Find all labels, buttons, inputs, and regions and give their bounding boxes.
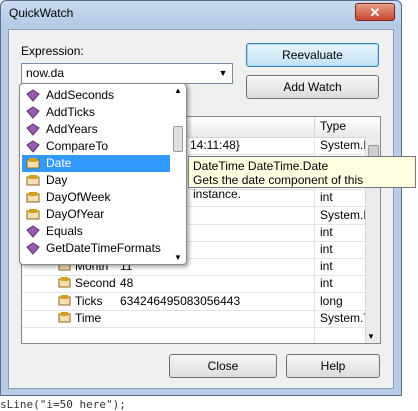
chevron-down-icon[interactable]: ▼ [216, 66, 230, 81]
close-button[interactable]: Close [169, 354, 277, 378]
autocomplete-item[interactable]: GetDateTimeFormats [22, 240, 170, 257]
grid-cell-value: 48 [120, 276, 134, 291]
grid-cell-type: int [320, 224, 333, 239]
expression-label: Expression: [21, 44, 84, 58]
autocomplete-item[interactable]: CompareTo [22, 138, 170, 155]
window-title: QuickWatch [9, 6, 74, 20]
method-icon [26, 225, 40, 238]
title-bar[interactable]: QuickWatch ✕ [1, 1, 401, 27]
reevaluate-button[interactable]: Reevaluate [246, 43, 379, 67]
grid-cell-type: int [320, 242, 333, 256]
autocomplete-item[interactable]: AddSeconds [22, 87, 170, 104]
grid-cell-type: int [320, 276, 333, 291]
add-watch-button[interactable]: Add Watch [246, 75, 379, 99]
autocomplete-item-label: DayOfYear [46, 207, 105, 221]
autocomplete-item[interactable]: Date [22, 155, 170, 172]
grid-cell-name: Ticks [75, 293, 103, 308]
autocomplete-scrollbar-thumb[interactable] [173, 126, 183, 152]
autocomplete-list[interactable]: AddSeconds AddTicks AddYears CompareTo Date D… [19, 83, 187, 265]
autocomplete-item-label: GetDateTimeFormats [46, 241, 161, 255]
autocomplete-item[interactable]: DayOfYear [22, 206, 170, 223]
scroll-down-icon[interactable]: ▼ [174, 253, 182, 262]
method-icon [26, 89, 40, 102]
autocomplete-item[interactable]: Equals [22, 223, 170, 240]
property-icon [26, 157, 40, 170]
grid-cell-value: 634246495083056443 [120, 293, 241, 308]
autocomplete-item-label: AddSeconds [46, 88, 115, 102]
autocomplete-item-label: AddTicks [46, 105, 95, 119]
grid-cell-type: int [320, 259, 333, 274]
scroll-up-icon[interactable]: ▲ [174, 86, 182, 95]
close-icon[interactable]: ✕ [355, 3, 395, 21]
autocomplete-item-label: AddYears [46, 122, 98, 136]
autocomplete-item[interactable]: AddYears [22, 121, 170, 138]
autocomplete-item-label: Equals [46, 224, 83, 238]
property-icon [58, 294, 71, 307]
grid-cell-type: System.T [320, 310, 371, 325]
type-column-header[interactable]: Type [320, 119, 346, 133]
method-icon [26, 106, 40, 119]
autocomplete-item[interactable]: Day [22, 172, 170, 189]
autocomplete-item[interactable]: AddTicks [22, 104, 170, 121]
property-icon [26, 208, 40, 221]
expression-value: now.da [26, 66, 65, 80]
property-icon [26, 174, 40, 187]
member-tooltip: DateTime DateTime.Date Gets the date com… [188, 156, 416, 201]
scroll-down-icon[interactable]: ▼ [367, 332, 375, 341]
property-icon [26, 191, 40, 204]
help-button[interactable]: Help [286, 354, 380, 378]
grid-cell-value: 14:11:48} [190, 138, 240, 152]
autocomplete-item-label: Day [46, 173, 68, 187]
grid-cell-type: long [320, 293, 343, 308]
autocomplete-item-label: Date [46, 156, 72, 170]
tooltip-description: Gets the date component of this instance… [193, 173, 364, 201]
autocomplete-item-label: DayOfWeek [46, 190, 111, 204]
method-icon [26, 123, 40, 136]
expression-input[interactable]: now.da ▼ [21, 63, 233, 84]
property-icon [58, 276, 71, 289]
autocomplete-scrollbar[interactable]: ▲ ▼ [171, 86, 185, 262]
grid-cell-name: Time [75, 310, 102, 325]
grid-cell-name: Second [75, 276, 116, 291]
method-icon [26, 140, 40, 153]
property-icon [58, 311, 71, 324]
tooltip-signature: DateTime DateTime.Date [193, 159, 329, 173]
method-icon [26, 242, 40, 255]
background-code-line: sLine("i=50 here"); [0, 398, 126, 411]
autocomplete-item[interactable]: DayOfWeek [22, 189, 170, 206]
autocomplete-item-label: CompareTo [46, 139, 109, 153]
header-divider [314, 117, 315, 137]
